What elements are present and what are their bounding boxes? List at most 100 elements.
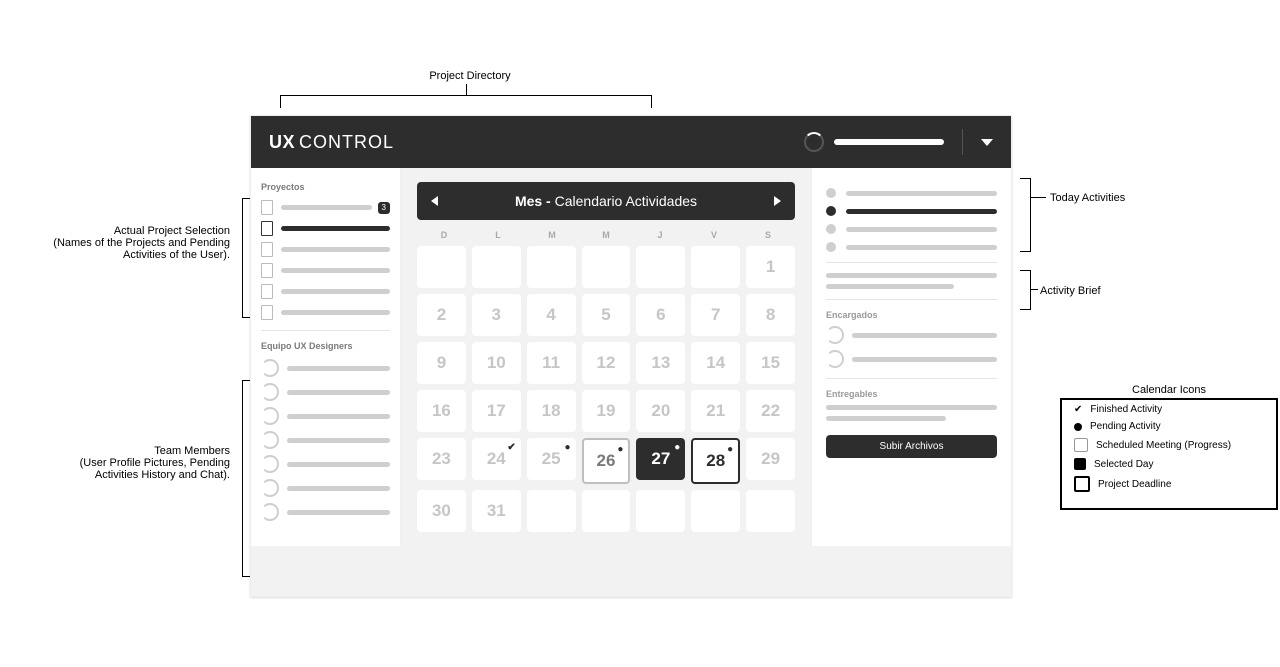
calendar-day-cell[interactable]: 12 [582, 342, 631, 384]
status-dot-icon [826, 188, 836, 198]
project-item[interactable]: 3 [261, 200, 390, 215]
upload-button[interactable]: Subir Archivos [826, 435, 997, 458]
calendar-day-cell[interactable]: 15 [746, 342, 795, 384]
search-input[interactable] [834, 139, 944, 145]
team-member-item[interactable] [261, 407, 390, 425]
bracket-directory [280, 95, 652, 108]
calendar-day-cell[interactable]: 25● [527, 438, 576, 480]
calendar-day-cell[interactable]: 27● [636, 438, 685, 480]
calendar-day-cell[interactable]: 28● [691, 438, 740, 484]
calendar-day-marker-icon: ● [674, 442, 680, 453]
calendar-dow-row: D L M M J V S [417, 230, 795, 240]
calendar-day-cell[interactable]: 21 [691, 390, 740, 432]
avatar-icon [261, 455, 279, 473]
calendar-day-marker-icon: ● [727, 444, 733, 455]
bracket-today-stem [1030, 197, 1046, 198]
legend-item: Project Deadline [1098, 479, 1171, 490]
calendar-day-cell[interactable]: 26● [582, 438, 631, 484]
encargados-heading: Encargados [826, 310, 997, 320]
today-activity-item[interactable] [826, 206, 997, 216]
team-member-item[interactable] [261, 479, 390, 497]
calendar-day-cell [582, 246, 631, 288]
calendar-day-cell[interactable]: 2 [417, 294, 466, 336]
legend-item: Pending Activity [1090, 421, 1161, 432]
team-member-item[interactable] [261, 503, 390, 521]
calendar-day-cell[interactable]: 4 [527, 294, 576, 336]
today-activity-item[interactable] [826, 242, 997, 252]
legend-check-icon [1074, 404, 1082, 415]
project-item[interactable] [261, 263, 390, 278]
user-menu-caret-icon[interactable] [981, 139, 993, 146]
team-member-item[interactable] [261, 359, 390, 377]
deliverables-list [826, 405, 997, 421]
calendar-day-cell[interactable]: 5 [582, 294, 631, 336]
sidebar-team-heading: Equipo UX Designers [261, 341, 390, 351]
assignee-item[interactable] [826, 326, 997, 344]
calendar-day-cell[interactable]: 17 [472, 390, 521, 432]
calendar-day-cell[interactable]: 30 [417, 490, 466, 532]
bracket-brief [1020, 270, 1031, 310]
sidebar-separator [261, 330, 390, 331]
calendar-day-marker-icon: ✔ [507, 442, 515, 453]
calendar-day-cell[interactable]: 8 [746, 294, 795, 336]
project-badge: 3 [378, 202, 390, 214]
document-icon [261, 305, 273, 320]
calendar-day-cell[interactable]: 24✔ [472, 438, 521, 480]
dow-label: V [687, 230, 741, 240]
calendar-day-cell[interactable]: 3 [472, 294, 521, 336]
status-dot-icon [826, 224, 836, 234]
document-icon [261, 242, 273, 257]
calendar-day-cell[interactable]: 18 [527, 390, 576, 432]
right-separator [826, 262, 997, 263]
calendar-day-cell[interactable]: 29 [746, 438, 795, 480]
next-month-button[interactable] [774, 196, 781, 206]
calendar-day-cell[interactable]: 9 [417, 342, 466, 384]
team-member-item[interactable] [261, 431, 390, 449]
calendar-day-cell[interactable]: 23 [417, 438, 466, 480]
calendar-day-cell[interactable]: 16 [417, 390, 466, 432]
today-activity-item[interactable] [826, 188, 997, 198]
prev-month-button[interactable] [431, 196, 438, 206]
calendar-day-cell[interactable]: 22 [746, 390, 795, 432]
calendar-day-cell[interactable]: 7 [691, 294, 740, 336]
calendar-day-cell[interactable]: 10 [472, 342, 521, 384]
calendar-day-cell[interactable]: 13 [636, 342, 685, 384]
annotation-project-directory: Project Directory [370, 70, 570, 82]
bracket-brief-stem [1030, 289, 1038, 290]
entregables-heading: Entregables [826, 389, 997, 399]
project-item[interactable] [261, 305, 390, 320]
assignee-item[interactable] [826, 350, 997, 368]
topbar: UX CONTROL [251, 116, 1011, 168]
annotation-activity-brief: Activity Brief [1040, 285, 1101, 297]
calendar-day-cell[interactable]: 19 [582, 390, 631, 432]
calendar-day-cell[interactable]: 6 [636, 294, 685, 336]
calendar-legend: Calendar Icons Finished Activity Pending… [1060, 398, 1278, 510]
calendar-day-marker-icon: ● [565, 442, 571, 453]
team-member-item[interactable] [261, 455, 390, 473]
calendar-day-cell[interactable]: 1 [746, 246, 795, 288]
calendar-title: Mes - Calendario Actividades [438, 193, 774, 209]
bracket-directory-stem [466, 84, 467, 95]
calendar-day-cell[interactable]: 11 [527, 342, 576, 384]
avatar-icon [261, 359, 279, 377]
legend-square-border-icon [1074, 476, 1090, 492]
calendar-day-cell[interactable]: 20 [636, 390, 685, 432]
calendar-day-cell [472, 246, 521, 288]
annotation-today-activities: Today Activities [1050, 192, 1125, 204]
project-item-selected[interactable] [261, 221, 390, 236]
sidebar: Proyectos 3 Equipo UX Designers [251, 168, 401, 546]
team-member-item[interactable] [261, 383, 390, 401]
sidebar-projects-heading: Proyectos [261, 182, 390, 192]
dow-label: M [579, 230, 633, 240]
calendar-day-cell[interactable]: 14 [691, 342, 740, 384]
app-window: UX CONTROL Proyectos 3 Equipo UX Designe… [250, 115, 1012, 597]
calendar-day-cell [691, 246, 740, 288]
today-activity-item[interactable] [826, 224, 997, 234]
calendar-day-cell[interactable]: 31 [472, 490, 521, 532]
avatar-icon [826, 350, 844, 368]
project-item[interactable] [261, 242, 390, 257]
status-dot-icon [826, 242, 836, 252]
avatar-icon [261, 383, 279, 401]
calendar-panel: Mes - Calendario Actividades D L M M J V… [401, 168, 811, 546]
project-item[interactable] [261, 284, 390, 299]
